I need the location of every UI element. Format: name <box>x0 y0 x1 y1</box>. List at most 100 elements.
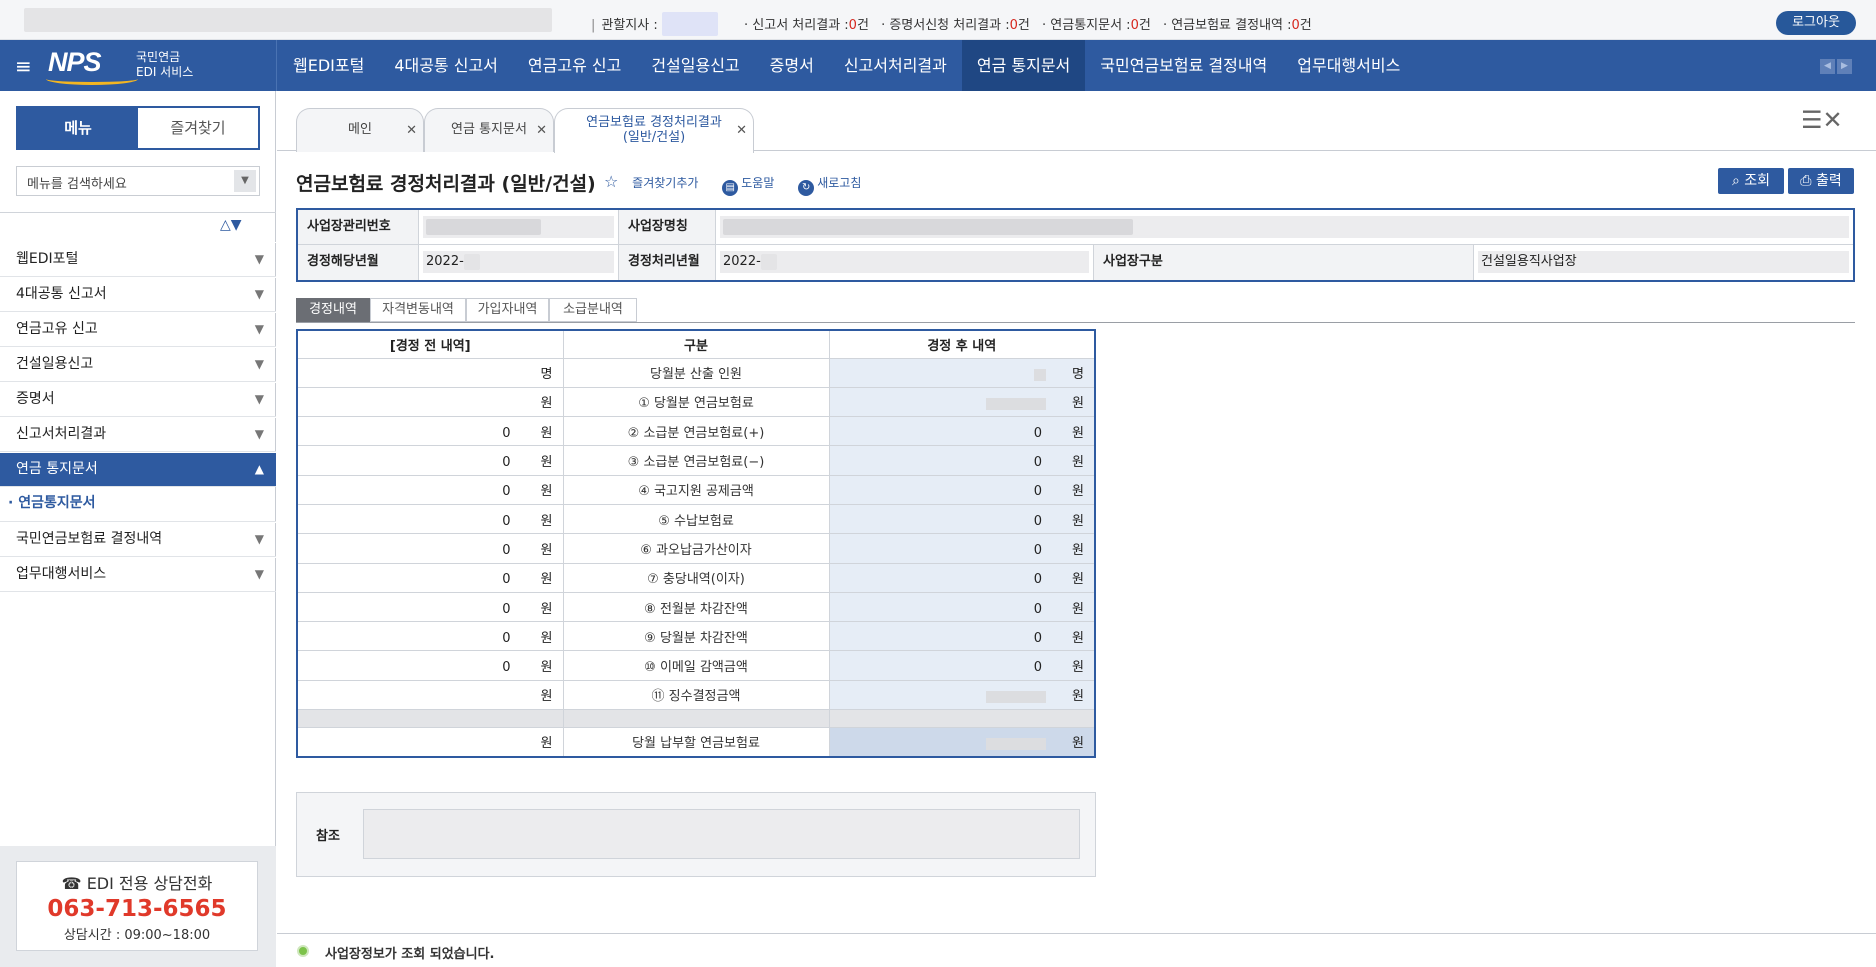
cert-result-count[interactable]: 0 <box>1010 18 1018 33</box>
chevron-down-icon: ▼ <box>254 252 264 266</box>
tab-main[interactable]: 메인 ✕ <box>296 108 424 152</box>
gnb-premium-decisions[interactable]: 국민연금보험료 결정내역 <box>1085 40 1282 91</box>
grid-header-row: [경정 전 내역] 구분 경정 후 내역 <box>296 329 1096 359</box>
search-icon: ⌕ <box>1731 173 1740 189</box>
biz-type-field: 건설일용직사업장 <box>1474 245 1853 280</box>
sidebar-menu-list: 웹EDI포털 ▼ 4대공통 신고서 ▼ 연금고유 신고 ▼ 건설일용신고 ▼ 증명서 ▼ … <box>0 242 276 592</box>
sidebar-item-pension-notices[interactable]: 연금 통지문서 ▲ <box>0 452 276 487</box>
gnb-certificates[interactable]: 증명서 <box>755 40 829 91</box>
gnb-report-results[interactable]: 신고서처리결과 <box>829 40 962 91</box>
report-result-label: 신고서 처리결과 : <box>752 18 849 33</box>
page-tab-bar: 메인 ✕ 연금 통지문서 ✕ 연금보험료 경정처리결과 (일반/건설) ✕ <box>277 91 1876 153</box>
table-row: 0원 ⑧ 전월분 차감잔액 0원 <box>296 591 1096 623</box>
gnb-webedi-portal[interactable]: 웹EDI포털 <box>278 40 379 91</box>
refresh-link[interactable]: ↻ 새로고침 <box>798 176 871 196</box>
global-nav: ≡ NPS 국민연금 EDI 서비스 웹EDI포털 4대공통 신고서 연금고유 신… <box>0 40 1876 91</box>
table-row: 0원 ⑩ 이메일 감액금액 0원 <box>296 650 1096 681</box>
gnb-next-icon[interactable]: ▶ <box>1837 59 1852 74</box>
business-info-panel: 사업장관리번호 사업장명칭 경정해당년월 2022- 경정처리년월 2022- … <box>296 208 1855 282</box>
redacted-value <box>986 737 1046 750</box>
dropdown-arrow-icon[interactable]: ▼ <box>234 170 256 192</box>
subtab-subscriber-details[interactable]: 가입자내역 <box>466 298 549 322</box>
col-header-after: 경정 후 내역 <box>828 329 1096 359</box>
process-month-label: 경정처리년월 <box>619 245 716 280</box>
chevron-down-icon: ▼ <box>254 392 264 406</box>
chevron-down-icon: ▼ <box>254 427 264 441</box>
sidebar-tab-favorites[interactable]: 즐겨찾기 <box>138 108 258 148</box>
report-result-count[interactable]: 0 <box>849 18 857 33</box>
gnb-construction-reports[interactable]: 건설일용신고 <box>636 40 754 91</box>
close-all-tabs-icon[interactable]: ☰✕ <box>1801 106 1843 134</box>
cert-result-label: 증명서신청 처리결과 : <box>889 18 1010 33</box>
sidebar-item-proxy-services[interactable]: 업무대행서비스 ▼ <box>0 557 276 592</box>
table-row: 0원 ④ 국고지원 공제금액 0원 <box>296 474 1096 505</box>
search-button[interactable]: ⌕ 조회 <box>1718 168 1784 194</box>
tab-premium-correction-result[interactable]: 연금보험료 경정처리결과 (일반/건설) ✕ <box>554 108 754 153</box>
sidebar-item-report-results[interactable]: 신고서처리결과 ▼ <box>0 417 276 452</box>
call-center-number: 063-713-6565 <box>47 896 227 922</box>
help-link[interactable]: ▤ 도움말 <box>722 176 784 196</box>
sidebar-tabs: 메뉴 즐겨찾기 <box>16 106 260 150</box>
reference-textarea[interactable] <box>363 809 1080 859</box>
logout-button[interactable]: 로그아웃 <box>1776 11 1856 35</box>
call-center-hours: 상담시간 : 09:00~18:00 <box>63 928 211 943</box>
col-header-before: [경정 전 내역] <box>296 329 564 359</box>
gnb-pension-reports[interactable]: 연금고유 신고 <box>513 40 636 91</box>
book-icon: ▤ <box>722 180 739 196</box>
chevron-down-icon: ▼ <box>254 287 264 301</box>
table-spacer-row <box>296 709 1096 729</box>
print-button[interactable]: ⎙ 출력 <box>1788 168 1854 194</box>
correction-month-field: 2022- <box>419 245 619 280</box>
user-info-redacted <box>24 8 552 32</box>
subtab-qualification-changes[interactable]: 자격변동내역 <box>370 298 466 322</box>
logo-line2: EDI 서비스 <box>136 65 194 79</box>
sidebar-item-pension-reports[interactable]: 연금고유 신고 ▼ <box>0 312 276 347</box>
sidebar-divider <box>0 212 276 213</box>
gnb-common-reports[interactable]: 4대공통 신고서 <box>379 40 513 91</box>
table-row: 원 ① 당월분 연금보험료 원 <box>296 386 1096 418</box>
subtab-correction-details[interactable]: 경정내역 <box>296 298 370 322</box>
call-center-title: ☎ EDI 전용 상담전화 <box>61 874 213 893</box>
add-favorite-link[interactable]: ☆ 즐겨찾기추가 <box>604 172 708 191</box>
close-icon[interactable]: ✕ <box>406 123 417 138</box>
gnb-prev-icon[interactable]: ◀ <box>1820 59 1835 74</box>
subtab-retroactive-details[interactable]: 소급분내역 <box>549 298 637 322</box>
sidebar-tab-menu[interactable]: 메뉴 <box>18 108 138 148</box>
biz-no-label: 사업장관리번호 <box>298 210 419 245</box>
page-links: ☆ 즐겨찾기추가 ▤ 도움말 ↻ 새로고침 <box>604 172 881 196</box>
gnb-pension-notices[interactable]: 연금 통지문서 <box>961 40 1086 91</box>
chevron-down-icon: ▼ <box>254 357 264 371</box>
sidebar-item-common-reports[interactable]: 4대공통 신고서 ▼ <box>0 277 276 312</box>
status-ok-icon <box>297 945 309 957</box>
table-row: 0원 ⑨ 당월분 차감잔액 0원 <box>296 621 1096 652</box>
status-bar: 사업장정보가 조회 되었습니다. <box>277 933 1876 967</box>
sidebar-item-certificates[interactable]: 증명서 ▼ <box>0 382 276 417</box>
gnb-proxy-services[interactable]: 업무대행서비스 <box>1282 40 1415 91</box>
nps-logo[interactable]: NPS 국민연금 EDI 서비스 <box>46 47 193 85</box>
menu-search-select[interactable]: 메뉴를 검색하세요 ▼ <box>16 166 260 196</box>
notice-doc-count[interactable]: 0 <box>1131 18 1139 33</box>
table-row: 명 당월분 산출 인원 명 <box>296 357 1096 388</box>
hamburger-menu-icon[interactable]: ≡ <box>15 54 32 78</box>
logo-swoosh <box>46 73 138 85</box>
biz-type-label: 사업장구분 <box>1094 245 1474 280</box>
close-icon[interactable]: ✕ <box>736 123 747 138</box>
sidebar-item-premium-decisions[interactable]: 국민연금보험료 결정내역 ▼ <box>0 522 276 557</box>
sidebar-subitem-pension-notice-doc[interactable]: · 연금통지문서 <box>0 487 276 522</box>
page-title: 연금보험료 경정처리결과 (일반/건설) <box>296 173 596 195</box>
close-icon[interactable]: ✕ <box>536 123 547 138</box>
chevron-down-icon: ▼ <box>254 532 264 546</box>
col-header-category: 구분 <box>562 329 830 359</box>
biz-name-field <box>716 210 1853 245</box>
table-row: 0원 ⑥ 과오납금가산이자 0원 <box>296 533 1096 564</box>
sidebar-item-construction-reports[interactable]: 건설일용신고 ▼ <box>0 347 276 382</box>
expand-collapse-all-icon[interactable]: △▼ <box>220 217 242 233</box>
sidebar-item-webedi-portal[interactable]: 웹EDI포털 ▼ <box>0 242 276 277</box>
table-row: 원 ⑪ 징수결정금액 원 <box>296 679 1096 711</box>
correction-grid: [경정 전 내역] 구분 경정 후 내역 명 당월분 산출 인원 명 원 ① 당… <box>296 329 1096 758</box>
branch-value-redacted <box>661 12 718 36</box>
print-icon: ⎙ <box>1800 173 1812 189</box>
process-month-field: 2022- <box>716 245 1094 280</box>
tab-pension-notice[interactable]: 연금 통지문서 ✕ <box>424 108 554 152</box>
premium-decision-count[interactable]: 0 <box>1292 18 1300 33</box>
